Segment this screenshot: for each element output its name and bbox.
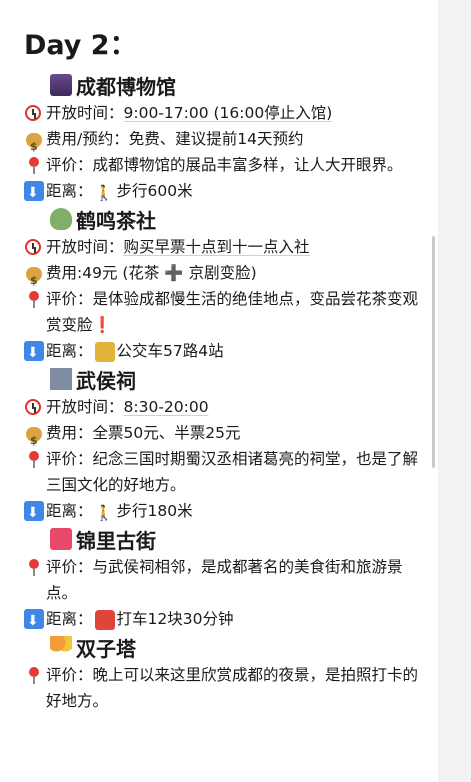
fee-line: 费用/预约：免费、建议提前14天预约 — [24, 126, 430, 160]
down-arrow-icon — [24, 180, 44, 206]
opening-hours-line: 开放时间：购买早票十点到十一点入社 — [24, 234, 430, 260]
line-label: 评价： — [46, 666, 93, 684]
walking-person-icon — [95, 500, 115, 526]
place-name: 武侯祠 — [76, 368, 136, 393]
place-title-wuhou-shrine: 武侯祠 — [24, 364, 430, 394]
line-label: 评价： — [46, 558, 93, 576]
line-value: 纪念三国时期蜀汉丞相诸葛亮的祠堂，也是了解三国文化的好地方。 — [46, 450, 419, 494]
money-bag-icon — [24, 423, 44, 454]
place-title-heming-teahouse: 鹤鸣茶社 — [24, 204, 430, 234]
place-name: 成都博物馆 — [76, 74, 176, 99]
pin-icon — [24, 665, 44, 685]
line-value: 步行180米 — [116, 502, 193, 520]
review-line: 评价：纪念三国时期蜀汉丞相诸葛亮的祠堂，也是了解三国文化的好地方。 — [24, 446, 430, 498]
right-margin-panel — [438, 0, 471, 782]
review-line: 评价：成都博物馆的展品丰富多样，让人大开眼界。 — [24, 152, 430, 178]
line-label: 开放时间： — [46, 398, 124, 416]
line-label: 开放时间： — [46, 104, 124, 122]
pin-icon — [24, 289, 44, 309]
museum-icon — [50, 74, 72, 96]
scrollbar-thumb[interactable] — [432, 236, 435, 468]
line-value: 购买早票十点到十一点入社 — [123, 238, 310, 256]
alarm-clock-icon — [24, 237, 44, 257]
line-value: 晚上可以来这里欣赏成都的夜景，是拍照打卡的好地方。 — [46, 666, 419, 710]
bus-icon — [94, 341, 115, 362]
line-value: 8:30-20:00 — [123, 398, 209, 416]
down-arrow-icon — [24, 340, 44, 366]
place-name: 鹤鸣茶社 — [76, 208, 156, 233]
line-label: 距离： — [46, 610, 93, 628]
line-label: 开放时间： — [46, 238, 124, 256]
line-value: 免费、建议提前14天预约 — [128, 130, 304, 148]
line-value: 步行600米 — [116, 182, 193, 200]
maracas-icon — [50, 636, 72, 658]
line-value: 9:00-17:00 (16:00停止入馆) — [123, 104, 333, 122]
line-label: 距离： — [46, 182, 93, 200]
money-bag-icon — [24, 129, 44, 160]
line-label: 评价： — [46, 156, 93, 174]
line-value: 成都博物馆的展品丰富多样，让人大开眼界。 — [92, 156, 403, 174]
opening-hours-line: 开放时间：8:30-20:00 — [24, 394, 430, 420]
note-content: Day 2： 成都博物馆 开放时间：9:00-17:00 (16:00停止入馆)… — [24, 26, 430, 714]
car-icon — [94, 609, 115, 630]
money-bag-icon — [24, 263, 44, 294]
line-label: 费用/预约： — [46, 130, 129, 148]
alarm-clock-icon — [24, 397, 44, 417]
day-title: Day 2： — [24, 30, 137, 61]
place-name: 双子塔 — [76, 636, 136, 661]
distance-line: 距离： 公交车57路4站 — [24, 338, 430, 366]
line-label: 费用： — [46, 424, 93, 442]
line-label: 距离： — [46, 502, 93, 520]
place-name: 锦里古街 — [76, 528, 156, 553]
review-line: 评价：晚上可以来这里欣赏成都的夜景，是拍照打卡的好地方。 — [24, 662, 430, 714]
distance-line: 距离： 步行600米 — [24, 178, 430, 206]
line-value: 全票50元、半票25元 — [92, 424, 241, 442]
line-value: 公交车57路4站 — [116, 342, 224, 360]
pin-icon — [24, 155, 44, 175]
line-value: 49元 (花茶 ➕ 京剧变脸) — [82, 264, 257, 282]
line-label: 评价： — [46, 450, 93, 468]
fee-line: 费用:49元 (花茶 ➕ 京剧变脸) — [24, 260, 430, 294]
pin-icon — [24, 449, 44, 469]
place-title-twin-towers: 双子塔 — [24, 632, 430, 662]
down-arrow-icon — [24, 608, 44, 634]
line-value: 与武侯祠相邻，是成都著名的美食街和旅游景点。 — [46, 558, 403, 602]
ticket-icon — [50, 528, 72, 550]
distance-line: 距离： 打车12块30分钟 — [24, 606, 430, 634]
line-label: 评价： — [46, 290, 93, 308]
line-value: 是体验成都慢生活的绝佳地点，变品尝花茶变观赏变脸❗ — [46, 290, 419, 334]
temple-icon — [50, 368, 72, 390]
down-arrow-icon — [24, 500, 44, 526]
place-title-chengdu-museum: 成都博物馆 — [24, 70, 430, 100]
tea-icon — [50, 208, 72, 230]
fee-line: 费用：全票50元、半票25元 — [24, 420, 430, 454]
walking-person-icon — [95, 180, 115, 206]
distance-line: 距离： 步行180米 — [24, 498, 430, 526]
alarm-clock-icon — [24, 103, 44, 123]
review-line: 评价：是体验成都慢生活的绝佳地点，变品尝花茶变观赏变脸❗ — [24, 286, 430, 338]
line-label: 费用: — [46, 264, 83, 282]
pin-icon — [24, 557, 44, 577]
line-value: 打车12块30分钟 — [116, 610, 234, 628]
place-title-jinli-street: 锦里古街 — [24, 524, 430, 554]
opening-hours-line: 开放时间：9:00-17:00 (16:00停止入馆) — [24, 100, 430, 126]
line-label: 距离： — [46, 342, 93, 360]
review-line: 评价：与武侯祠相邻，是成都著名的美食街和旅游景点。 — [24, 554, 430, 606]
